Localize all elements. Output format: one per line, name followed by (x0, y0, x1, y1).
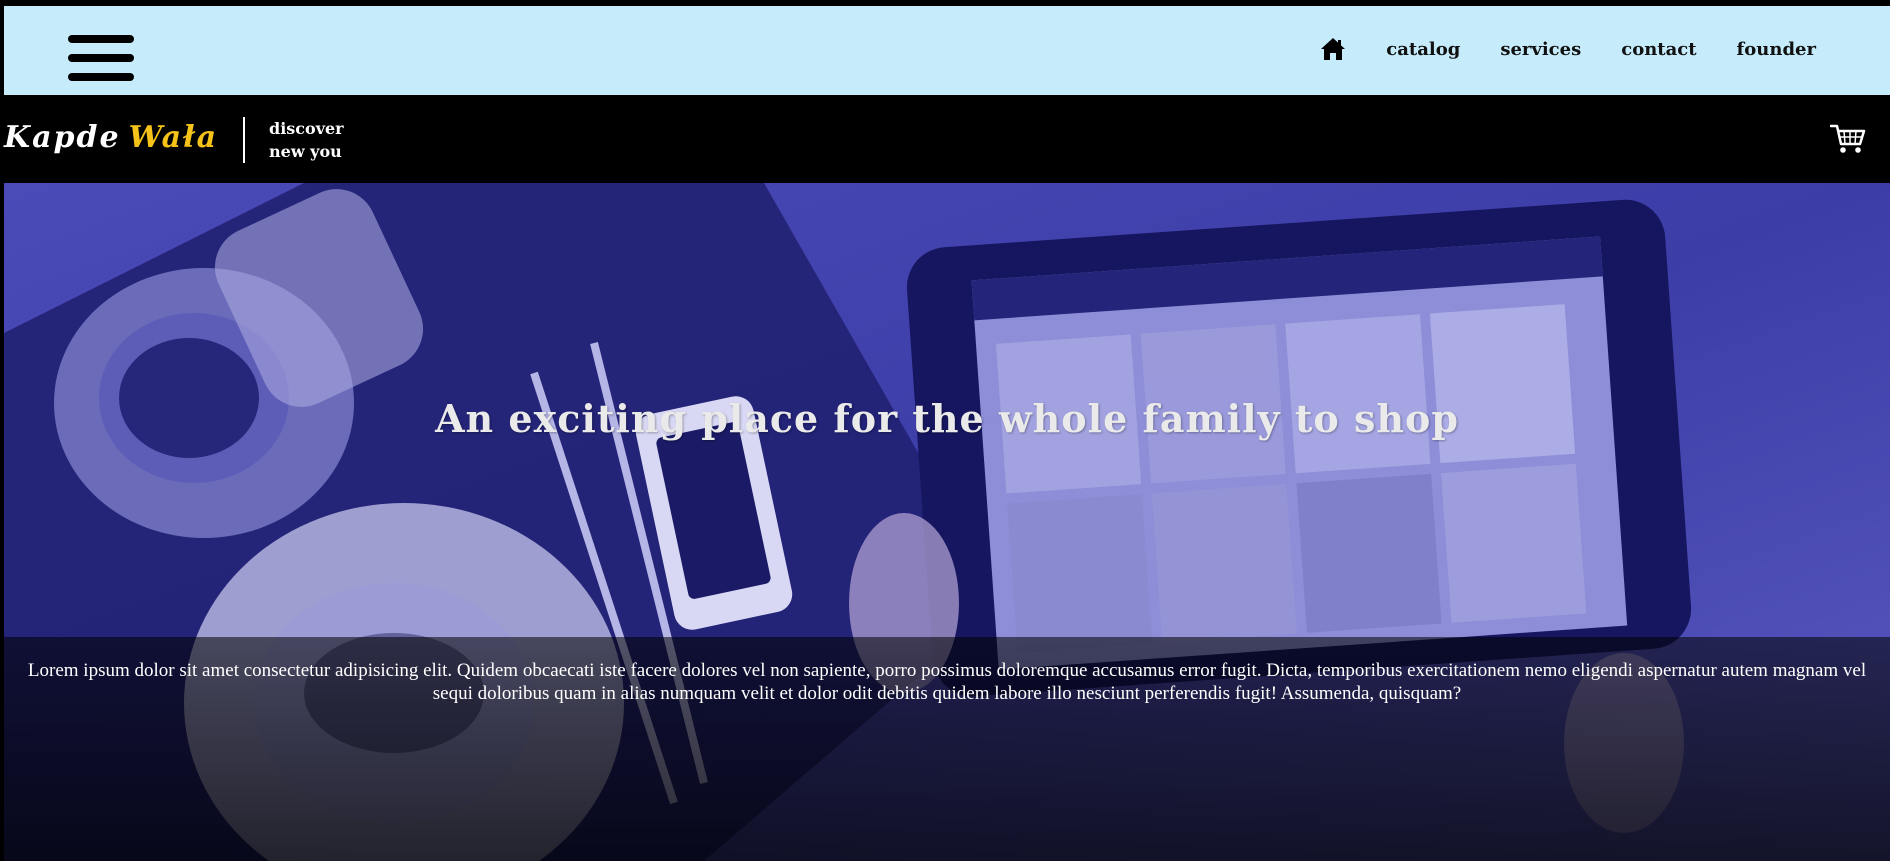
brand-bar: Kapde Wała discover new you (0, 95, 1890, 183)
top-navbar: catalog services contact founder (4, 6, 1890, 95)
nav-link-services[interactable]: services (1500, 39, 1581, 60)
home-link[interactable] (1320, 37, 1346, 61)
hero-title: An exciting place for the whole family t… (435, 396, 1459, 442)
brand-word-2: Wała (128, 120, 219, 155)
nav-links: catalog services contact founder (1320, 37, 1816, 61)
brand-divider (243, 117, 245, 163)
hamburger-icon[interactable] (68, 35, 134, 81)
hero-caption: Lorem ipsum dolor sit amet consectetur a… (4, 637, 1890, 861)
tagline-line-1: discover (269, 119, 344, 138)
hamburger-bar (68, 73, 134, 81)
brand-word-1: Kapde (4, 120, 121, 155)
hamburger-bar (68, 35, 134, 43)
nav-link-catalog[interactable]: catalog (1386, 39, 1460, 60)
hero-caption-text: Lorem ipsum dolor sit amet consectetur a… (27, 660, 1867, 704)
cart-icon[interactable] (1830, 123, 1866, 155)
brand-logo[interactable]: Kapde Wała (4, 120, 218, 155)
hero-section: An exciting place for the whole family t… (4, 183, 1890, 861)
hamburger-bar (68, 54, 134, 62)
nav-link-founder[interactable]: founder (1737, 39, 1816, 60)
nav-link-contact[interactable]: contact (1621, 39, 1696, 60)
home-icon (1321, 38, 1346, 60)
tagline-line-2: new you (269, 142, 342, 161)
tagline: discover new you (269, 117, 344, 163)
